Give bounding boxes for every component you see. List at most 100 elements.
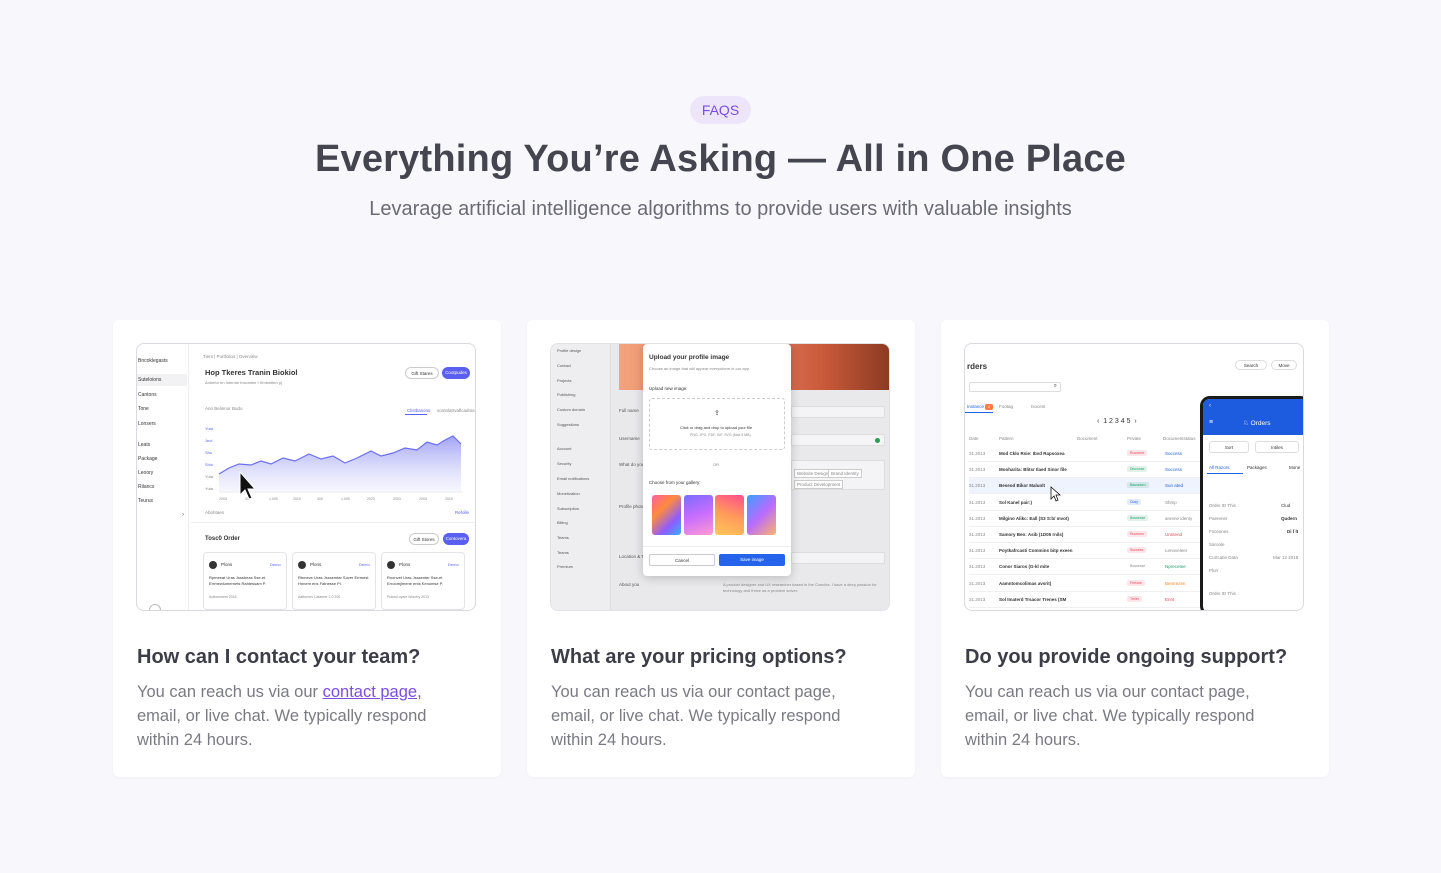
x-tick: 2015 — [445, 497, 453, 501]
column-header: Documentstatus — [1163, 436, 1196, 441]
table-row[interactable]: 31.2013 Samory Beo: Asib (1D05 rnils) Ruce… — [969, 527, 1201, 543]
phone-tab[interactable]: Mone — [1289, 465, 1300, 470]
item-tag: Demo — [270, 562, 281, 567]
mouse-cursor-icon — [1050, 486, 1061, 502]
faq-card-pricing: Profile design Contact Projects Publishi… — [527, 320, 915, 777]
skill-chip[interactable]: Website Design — [794, 469, 832, 478]
faq-question: What are your pricing options? — [551, 646, 847, 668]
sidebar-item: Cantons — [138, 392, 157, 398]
count-badge: 2 — [985, 404, 993, 410]
phone-field: Fsceones — [1209, 529, 1229, 534]
bell-icon: ♘ — [1243, 420, 1251, 427]
gallery-image[interactable] — [715, 495, 744, 535]
sidebar-item: Tone — [138, 406, 149, 412]
search-input[interactable]: ⌕ — [969, 382, 1061, 392]
item-text: Rbmeve Uras Jsssemtar Sover Errmest Hnne… — [298, 575, 369, 586]
table-row[interactable]: 31.2013 Poytkafrcasti Commins bitp exeen S… — [969, 543, 1201, 560]
table-row[interactable]: 31.2013 Aamntomcolimas avsrit) Frmose Bemre… — [969, 576, 1201, 592]
tab-isocent[interactable]: Isocent — [1031, 404, 1046, 409]
x-tick: 2003 — [219, 497, 227, 501]
gift-stares-button[interactable]: Gift Stares — [405, 367, 439, 379]
location-select[interactable] — [791, 552, 885, 564]
phone-title: ♘ Orders — [1243, 419, 1271, 427]
table-row[interactable]: 31.2013 Beseod Bikor Malunlt Bausesen Sun a… — [969, 478, 1201, 495]
faq-question: Do you provide ongoing support? — [965, 646, 1288, 668]
skill-chip[interactable]: Brand Identity — [828, 469, 862, 478]
field-label: Full name — [619, 408, 639, 413]
table-row[interactable]: 31.2013 Mooharita: Blitsr Ilaed Sinor fil… — [969, 462, 1201, 479]
table-row[interactable]: 31.2013 Mod Cklo Rsie: Ibvd Rapsoxea Rocsr… — [969, 446, 1201, 462]
sidebar: Bncoklegasts Suteloions Cantons Tone Lon… — [137, 344, 189, 610]
gift-stores-button[interactable]: Gift Stores — [409, 533, 439, 545]
list-item[interactable]: Plons Demo Rbmeve Uras Jsssemtar Sover E… — [292, 552, 376, 610]
orders-screenshot: rders Search Move ⌕ Instance 2 Footag Is… — [964, 343, 1304, 611]
field-label: About you — [619, 582, 640, 587]
y-tick: Shlo — [205, 462, 214, 467]
phone-value: Clud — [1281, 503, 1291, 508]
filter-button[interactable]: Intiles — [1255, 441, 1299, 453]
skills-input[interactable]: Website Design Brand Identity Product De… — [791, 460, 885, 490]
y-tick: Yuta — [205, 486, 214, 491]
move-button[interactable]: Move — [1271, 360, 1297, 370]
save-image-button[interactable]: Save image — [719, 554, 785, 566]
skill-chip[interactable]: Product Development — [794, 480, 844, 489]
username-input[interactable] — [791, 434, 885, 446]
status-badge: Rucenes — [1127, 531, 1147, 537]
table-row[interactable]: 31.2013 Conor Siaros (G-kl mite Bossesse Np… — [969, 559, 1201, 576]
table-row[interactable]: 31.2013 Sol Imaterd Trsacor Trenes (SM Tml… — [969, 592, 1201, 608]
chart-tab[interactable]: somnlatrvaflcadras — [437, 408, 475, 413]
table-row[interactable]: 31.2013 Sol Kanel pair:) Cusy Shmp — [969, 495, 1201, 511]
full-name-input[interactable] — [791, 406, 885, 418]
upload-modal: Upload your profile image Choose an imag… — [643, 344, 791, 576]
status-badge: Cusy — [1127, 498, 1141, 505]
table-row[interactable]: 31.2013 Milgino Alikc: Eall (S3 S:b/ mvot… — [969, 511, 1201, 527]
chart-footer-link[interactable]: Refolle — [455, 510, 469, 515]
phone-field: Order ID This — [1209, 591, 1236, 596]
sort-button[interactable]: Sort — [1209, 441, 1249, 453]
sidebar-item: Projects — [557, 378, 572, 383]
primary-button[interactable]: Cootpudes — [442, 367, 470, 379]
list-item[interactable]: Plons Demo Rnonvet Uras Jsssenter Sse-et… — [381, 552, 465, 610]
sidebar-item: Package — [138, 456, 158, 462]
faq-card-support: rders Search Move ⌕ Instance 2 Footag Is… — [941, 320, 1329, 777]
phone-tab[interactable]: All Razors — [1209, 465, 1230, 470]
chart-tab[interactable]: Clistbasons — [407, 408, 430, 413]
row-name: Mod Cklo Rsie: Ibvd Rapsoxea — [999, 451, 1065, 456]
column-header: Document — [1077, 436, 1098, 441]
search-button[interactable]: Search — [1235, 360, 1267, 370]
row-date: 31.2013 — [969, 596, 986, 602]
back-icon[interactable]: ‹ — [1209, 403, 1211, 409]
upload-dropzone[interactable]: ⇪ Click or drag and drop to upload your … — [649, 398, 785, 450]
contact-page-link[interactable]: contact page, — [323, 683, 422, 701]
item-meta: Aafturnes Cataerer 2.0 200 — [298, 595, 341, 599]
tab-instance[interactable]: Instance — [967, 404, 984, 409]
phone-tab[interactable]: Packages — [1247, 465, 1267, 470]
avatar — [298, 561, 306, 569]
menu-icon[interactable]: ≡ — [1209, 419, 1213, 426]
column-header: Date — [969, 436, 979, 441]
pagination[interactable]: ‹ 1 2 3 4 5 › — [1097, 418, 1137, 425]
item-tag: Demo — [359, 562, 370, 567]
x-tick: 2015 — [293, 497, 301, 501]
sidebar-item: Custom domain — [557, 407, 586, 412]
gallery-image[interactable] — [652, 495, 681, 535]
gallery-image[interactable] — [747, 495, 776, 535]
divider — [191, 522, 475, 523]
modal-title: Upload your profile image — [649, 354, 730, 361]
primary-button[interactable]: Contovera — [443, 533, 469, 545]
dropzone-text: Click or drag and drop to upload your fi… — [680, 425, 753, 430]
sidebar-item: Contact — [557, 363, 571, 368]
check-icon — [875, 438, 880, 443]
list-item[interactable]: Plons Demo Rpmeeat Uras Jsssbeas Sse-et … — [203, 552, 287, 610]
item-name: Plons — [399, 562, 411, 567]
row-name: Samory Beo: Asib (1D05 rnils) — [999, 532, 1064, 537]
gallery-image[interactable] — [684, 495, 713, 535]
faq-answer: You can reach us via our contact page, e… — [965, 683, 1255, 749]
avatar — [387, 561, 395, 569]
answer-text: You can reach us via our — [137, 683, 323, 701]
sidebar-item: Billing — [557, 520, 568, 525]
cancel-button[interactable]: Cancel — [649, 554, 715, 566]
sidebar-item: Teams — [557, 535, 569, 540]
phone-field: Plurr — [1209, 568, 1219, 573]
tab-footag[interactable]: Footag — [999, 404, 1013, 409]
